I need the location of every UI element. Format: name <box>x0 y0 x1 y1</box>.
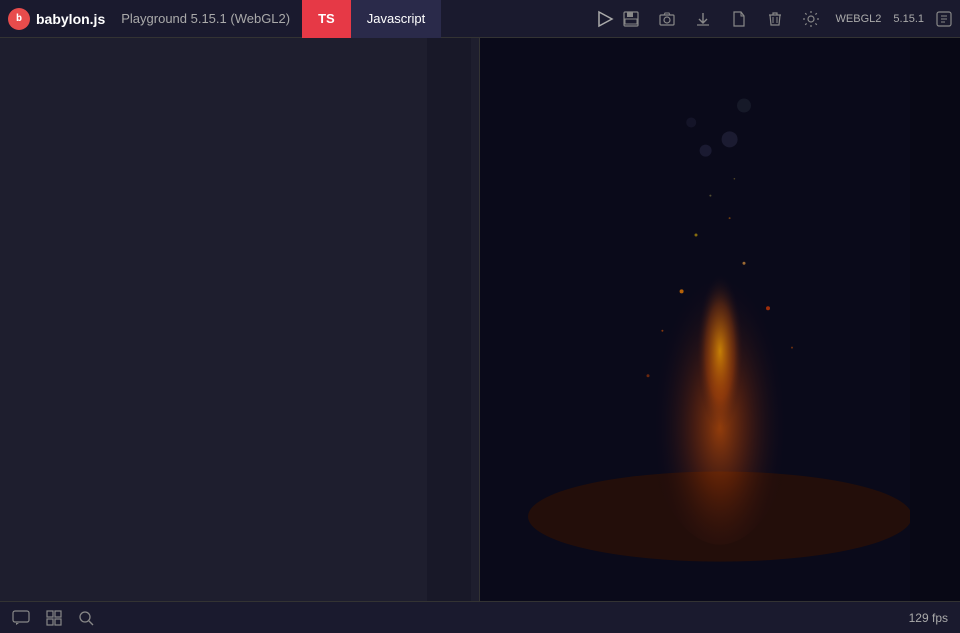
preview-pane <box>480 38 960 601</box>
header-icons <box>622 10 820 28</box>
chat-button[interactable] <box>12 610 30 626</box>
download-icon <box>694 10 712 28</box>
tab-js[interactable]: Javascript <box>351 0 442 38</box>
profile-icon <box>936 11 952 27</box>
settings-button[interactable] <box>802 10 820 28</box>
new-file-button[interactable] <box>730 10 748 28</box>
camera-icon <box>658 10 676 28</box>
playground-label: Playground 5.15.1 (WebGL2) <box>121 11 290 26</box>
gear-icon <box>802 10 820 28</box>
code-editor[interactable] <box>0 38 480 601</box>
main-content <box>0 38 960 601</box>
webgl-label: WEBGL2 <box>836 13 882 25</box>
statusbar: 129 fps <box>0 601 960 633</box>
grid-button[interactable] <box>46 610 62 626</box>
header-right-labels: WEBGL2 5.15.1 <box>836 11 952 27</box>
new-file-icon <box>730 10 748 28</box>
download-button[interactable] <box>694 10 712 28</box>
screenshot-button[interactable] <box>658 10 676 28</box>
preview-canvas <box>480 38 960 601</box>
fps-counter: 129 fps <box>909 611 948 625</box>
code-content[interactable] <box>36 38 479 601</box>
babylon-logo-icon: b <box>8 8 30 30</box>
preview-scrollbar[interactable] <box>910 38 960 601</box>
version-num-label: 5.15.1 <box>893 13 924 25</box>
profile-button[interactable] <box>936 11 952 27</box>
play-icon <box>594 9 614 29</box>
chat-icon <box>12 610 30 626</box>
minimap <box>427 38 471 601</box>
save-icon <box>622 10 640 28</box>
tab-ts[interactable]: TS <box>302 0 351 38</box>
run-button[interactable] <box>594 9 614 29</box>
search-button[interactable] <box>78 610 94 626</box>
particle-preview <box>480 38 960 601</box>
logo-text: babylon.js <box>36 11 105 27</box>
search-icon <box>78 610 94 626</box>
save-button[interactable] <box>622 10 640 28</box>
delete-button[interactable] <box>766 10 784 28</box>
logo-area: b babylon.js <box>8 8 105 30</box>
header: b babylon.js Playground 5.15.1 (WebGL2) … <box>0 0 960 38</box>
line-numbers <box>0 38 36 601</box>
code-area <box>0 38 479 601</box>
grid-icon <box>46 610 62 626</box>
trash-icon <box>766 10 784 28</box>
